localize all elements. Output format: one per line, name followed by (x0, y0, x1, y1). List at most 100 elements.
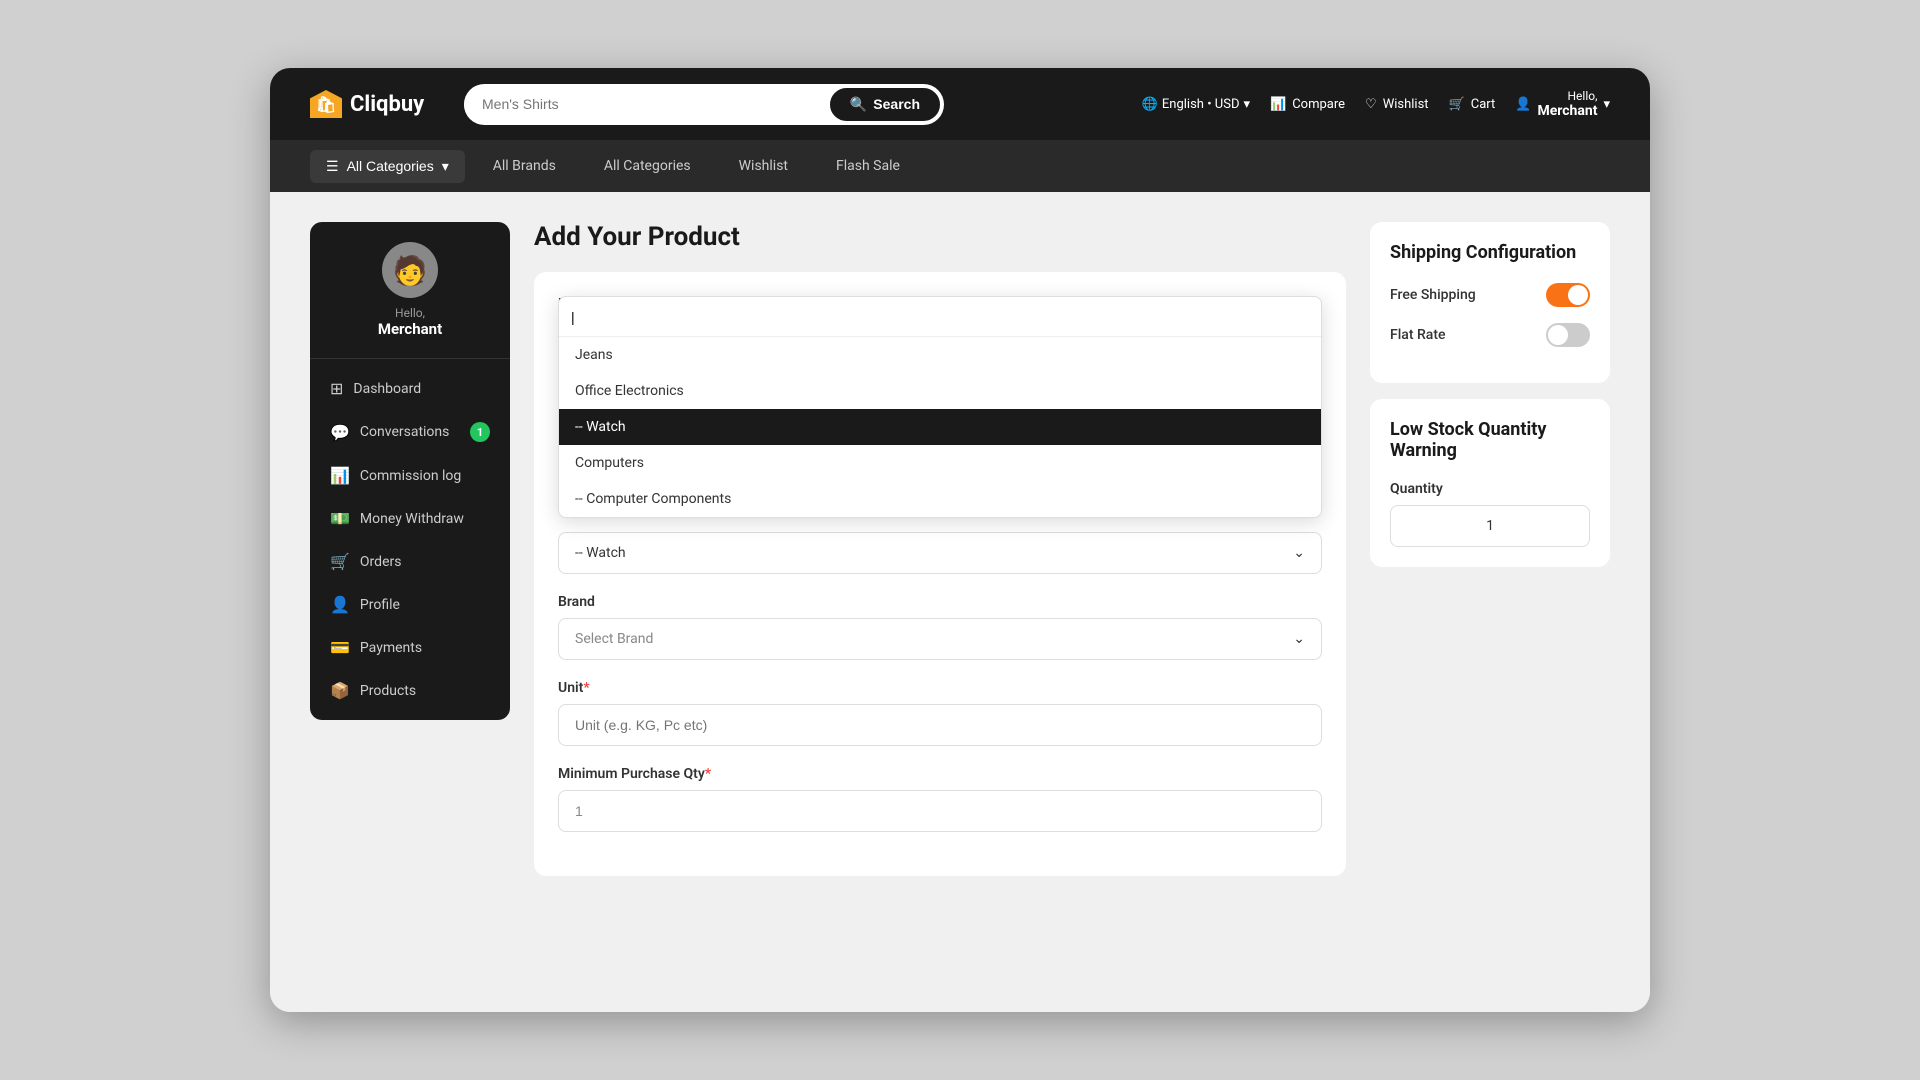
toggle-thumb (1568, 285, 1588, 305)
avatar: 🧑 (382, 242, 438, 298)
language-selector[interactable]: 🌐 English • USD ▾ (1142, 97, 1250, 112)
user-icon: 👤 (1515, 97, 1531, 112)
sidebar-item-label: Orders (360, 554, 402, 570)
account-lists-chevron: ▾ (1603, 97, 1610, 112)
shipping-title: Shipping Configuration (1390, 242, 1590, 263)
shipping-card: Shipping Configuration Free Shipping Fla… (1370, 222, 1610, 383)
sidebar-item-commission-log[interactable]: 📊 Commission log (310, 454, 510, 497)
flat-rate-label: Flat Rate (1390, 327, 1446, 343)
sidebar-item-label: Conversations (360, 424, 449, 440)
nav-flash-sale[interactable]: Flash Sale (816, 150, 920, 182)
chevron-down-icon: ⌄ (1293, 631, 1305, 647)
min-purchase-label: Minimum Purchase Qty* (558, 766, 1322, 782)
category-dropdown-trigger[interactable]: -- Watch ⌄ (558, 532, 1322, 574)
unit-label: Unit* (558, 680, 1322, 696)
dropdown-search-row (559, 297, 1321, 337)
free-shipping-row: Free Shipping (1390, 283, 1590, 307)
main-content: Add Your Product Pr Jeans Office Electro… (534, 222, 1346, 982)
dropdown-search-input[interactable] (571, 309, 591, 325)
sidebar-item-label: Products (360, 683, 416, 699)
sidebar-item-conversations[interactable]: 💬 Conversations 1 (310, 410, 510, 454)
flat-rate-toggle[interactable] (1546, 323, 1590, 347)
chevron-down-icon: ▾ (442, 158, 449, 175)
logo-text: Cliqbuy (350, 92, 424, 117)
dropdown-option-computer-components[interactable]: -- Computer Components (559, 481, 1321, 517)
products-icon: 📦 (330, 681, 350, 700)
header: 🛍 Cliqbuy 🔍 Search 🌐 English • USD ▾ 📊 C… (270, 68, 1650, 140)
flat-rate-row: Flat Rate (1390, 323, 1590, 347)
orders-icon: 🛒 (330, 552, 350, 571)
free-shipping-label: Free Shipping (1390, 287, 1476, 303)
sidebar-item-profile[interactable]: 👤 Profile (310, 583, 510, 626)
dropdown-option-watch[interactable]: -- Watch (559, 409, 1321, 445)
chevron-down-icon: ⌄ (1293, 545, 1305, 561)
sidebar-item-dashboard[interactable]: ⊞ Dashboard (310, 367, 510, 410)
user-info: Hello, Merchant (1537, 89, 1597, 119)
sidebar-item-label: Payments (360, 640, 422, 656)
cart-link[interactable]: 🛒 Cart (1449, 97, 1496, 112)
payments-icon: 💳 (330, 638, 350, 657)
search-bar: 🔍 Search (464, 84, 944, 125)
sidebar-item-money-withdraw[interactable]: 💵 Money Withdraw (310, 497, 510, 540)
product-form: Pr Jeans Office Electronics -- Watch Com… (534, 272, 1346, 876)
logo[interactable]: 🛍 Cliqbuy (310, 90, 440, 118)
search-icon: 🔍 (850, 96, 867, 113)
dropdown-list: Jeans Office Electronics -- Watch Comput… (559, 337, 1321, 517)
quantity-display[interactable]: 1 (1390, 505, 1590, 547)
conversations-icon: 💬 (330, 423, 350, 442)
heart-icon: ♡ (1365, 97, 1377, 112)
sidebar-item-label: Commission log (360, 468, 461, 484)
low-stock-title: Low Stock Quantity Warning (1390, 419, 1590, 461)
free-shipping-toggle[interactable] (1546, 283, 1590, 307)
min-purchase-input[interactable] (558, 790, 1322, 832)
sidebar-item-payments[interactable]: 💳 Payments (310, 626, 510, 669)
brand-group: Brand Select Brand ⌄ (558, 594, 1322, 660)
right-panel: Shipping Configuration Free Shipping Fla… (1370, 222, 1610, 982)
sidebar: 🧑 Hello, Merchant ⊞ Dashboard 💬 Conversa… (310, 222, 510, 720)
header-actions: 🌐 English • USD ▾ 📊 Compare ♡ Wishlist 🛒… (1142, 89, 1610, 119)
nav-all-categories[interactable]: All Categories (584, 150, 711, 182)
quantity-label: Quantity (1390, 481, 1590, 497)
globe-icon: 🌐 (1142, 97, 1158, 112)
money-icon: 💵 (330, 509, 350, 528)
dropdown-option-jeans[interactable]: Jeans (559, 337, 1321, 373)
sidebar-item-label: Dashboard (353, 381, 421, 397)
category-dropdown-wrapper: Pr Jeans Office Electronics -- Watch Com… (558, 296, 1322, 574)
nav-all-brands[interactable]: All Brands (473, 150, 576, 182)
brand-dropdown[interactable]: Select Brand ⌄ (558, 618, 1322, 660)
nav-wishlist[interactable]: Wishlist (719, 150, 808, 182)
sidebar-menu: ⊞ Dashboard 💬 Conversations 1 📊 Commissi… (310, 359, 510, 720)
sidebar-item-label: Profile (360, 597, 400, 613)
sidebar-item-products[interactable]: 📦 Products (310, 669, 510, 712)
chevron-down-icon: ▾ (1243, 97, 1250, 112)
navbar: ☰ All Categories ▾ All Brands All Catego… (270, 140, 1650, 192)
hamburger-icon: ☰ (326, 158, 339, 175)
compare-icon: 📊 (1270, 97, 1286, 112)
conversations-badge: 1 (470, 422, 490, 442)
dashboard-icon: ⊞ (330, 379, 343, 398)
user-menu[interactable]: 👤 Hello, Merchant ▾ (1515, 89, 1610, 119)
commission-icon: 📊 (330, 466, 350, 485)
brand-label: Brand (558, 594, 1322, 610)
search-button[interactable]: 🔍 Search (828, 86, 942, 123)
unit-input[interactable] (558, 704, 1322, 746)
low-stock-card: Low Stock Quantity Warning Quantity 1 (1370, 399, 1610, 567)
sidebar-item-label: Money Withdraw (360, 511, 464, 527)
logo-icon: 🛍 (310, 90, 342, 118)
min-purchase-group: Minimum Purchase Qty* (558, 766, 1322, 832)
dropdown-option-computers[interactable]: Computers (559, 445, 1321, 481)
wishlist-link[interactable]: ♡ Wishlist (1365, 97, 1429, 112)
compare-link[interactable]: 📊 Compare (1270, 97, 1345, 112)
category-dropdown-overlay: Jeans Office Electronics -- Watch Comput… (558, 296, 1322, 518)
unit-group: Unit* (558, 680, 1322, 746)
search-input[interactable] (464, 86, 826, 122)
content: 🧑 Hello, Merchant ⊞ Dashboard 💬 Conversa… (270, 192, 1650, 1012)
toggle-thumb (1548, 325, 1568, 345)
all-categories-button[interactable]: ☰ All Categories ▾ (310, 150, 465, 183)
profile-icon: 👤 (330, 595, 350, 614)
dropdown-option-office-electronics[interactable]: Office Electronics (559, 373, 1321, 409)
sidebar-profile: 🧑 Hello, Merchant (310, 222, 510, 359)
page-title: Add Your Product (534, 222, 1346, 252)
sidebar-item-orders[interactable]: 🛒 Orders (310, 540, 510, 583)
cart-icon: 🛒 (1449, 97, 1465, 112)
